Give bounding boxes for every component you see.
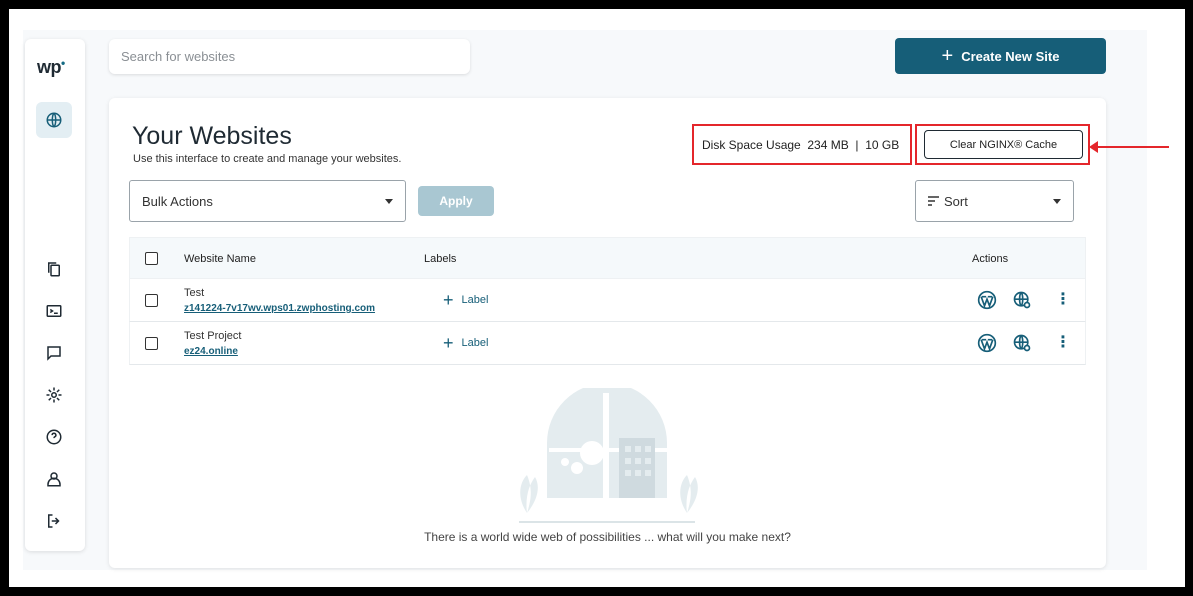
website-name: Test xyxy=(184,287,205,299)
bulk-actions-select[interactable]: Bulk Actions xyxy=(129,180,406,222)
screenshot-frame: wp• + Create New Site Yo xyxy=(9,9,1185,587)
chevron-down-icon xyxy=(1053,198,1061,204)
kebab-menu-icon[interactable]: ⋮ xyxy=(1055,335,1071,351)
select-all-checkbox[interactable] xyxy=(145,252,158,265)
wordpress-icon xyxy=(977,290,997,310)
apply-button[interactable]: Apply xyxy=(418,186,494,216)
create-new-site-label: Create New Site xyxy=(961,48,1060,64)
kebab-menu-icon[interactable]: ⋮ xyxy=(1055,292,1071,308)
app-logo[interactable]: wp• xyxy=(37,56,65,78)
globe-settings-icon xyxy=(1013,291,1031,309)
chevron-down-icon xyxy=(385,198,393,204)
wordpress-admin-button[interactable] xyxy=(977,333,997,358)
clear-cache-highlight: Clear NGINX® Cache xyxy=(915,124,1090,165)
table-header: Website Name Labels Actions xyxy=(129,237,1086,279)
sidebar-item-messages[interactable] xyxy=(36,335,72,371)
add-label-button[interactable]: + Label xyxy=(443,291,488,309)
create-new-site-button[interactable]: + Create New Site xyxy=(895,38,1106,74)
sidebar-item-terminal[interactable] xyxy=(36,293,72,329)
row-checkbox[interactable] xyxy=(145,294,158,307)
chat-icon xyxy=(47,346,61,361)
add-label-text: Label xyxy=(461,337,489,349)
sort-icon xyxy=(928,196,939,206)
column-header-labels: Labels xyxy=(424,253,457,265)
sort-select[interactable]: Sort xyxy=(915,180,1074,222)
website-url-link[interactable]: z141224-7v17wv.wps01.zwphosting.com xyxy=(184,303,375,314)
sidebar: wp• xyxy=(25,39,85,551)
disk-usage-text: Disk Space Usage 234 MB | 10 GB xyxy=(702,137,900,152)
sidebar-item-pages[interactable] xyxy=(36,251,72,287)
logout-icon xyxy=(48,514,60,528)
website-name: Test Project xyxy=(184,330,242,342)
website-url-link[interactable]: ez24.online xyxy=(184,346,238,357)
row-checkbox[interactable] xyxy=(145,337,158,350)
page-title: Your Websites xyxy=(132,122,292,150)
pages-icon xyxy=(48,262,60,277)
empty-state-message: There is a world wide web of possibiliti… xyxy=(424,530,791,544)
wordpress-admin-button[interactable] xyxy=(977,290,997,315)
sidebar-item-account[interactable] xyxy=(36,461,72,497)
globe-icon xyxy=(46,112,62,128)
disk-usage-highlight: Disk Space Usage 234 MB | 10 GB xyxy=(692,124,912,165)
column-header-website-name: Website Name xyxy=(184,253,256,265)
sort-label: Sort xyxy=(944,193,968,209)
websites-panel: Your Websites Use this interface to crea… xyxy=(109,98,1106,568)
gear-icon xyxy=(46,387,62,403)
websites-table: Website Name Labels Actions Test z141224… xyxy=(129,237,1086,365)
search-input[interactable] xyxy=(109,39,470,74)
site-settings-button[interactable] xyxy=(1012,290,1032,315)
help-icon xyxy=(46,429,62,445)
globe-settings-icon xyxy=(1013,334,1031,352)
empty-state-illustration xyxy=(519,388,698,523)
terminal-icon xyxy=(46,305,62,317)
table-row: Test z141224-7v17wv.wps01.zwphosting.com… xyxy=(129,279,1086,322)
sidebar-item-logout[interactable] xyxy=(36,503,72,539)
annotation-arrow-icon xyxy=(1089,141,1169,153)
site-settings-button[interactable] xyxy=(1012,333,1032,358)
bulk-actions-value: Bulk Actions xyxy=(142,193,213,209)
user-icon xyxy=(47,472,61,487)
sidebar-item-settings[interactable] xyxy=(36,377,72,413)
sidebar-item-websites[interactable] xyxy=(36,102,72,138)
column-header-actions: Actions xyxy=(972,253,1009,265)
clear-nginx-cache-button[interactable]: Clear NGINX® Cache xyxy=(924,130,1083,159)
plus-icon: + xyxy=(443,333,454,353)
add-label-button[interactable]: + Label xyxy=(443,334,488,352)
table-row: Test Project ez24.online + Label ⋮ xyxy=(129,322,1086,365)
page-subtitle: Use this interface to create and manage … xyxy=(133,153,402,165)
add-label-text: Label xyxy=(461,294,489,306)
plus-icon: + xyxy=(443,290,454,310)
plus-icon: + xyxy=(941,45,954,67)
sidebar-item-help[interactable] xyxy=(36,419,72,455)
wordpress-icon xyxy=(977,333,997,353)
